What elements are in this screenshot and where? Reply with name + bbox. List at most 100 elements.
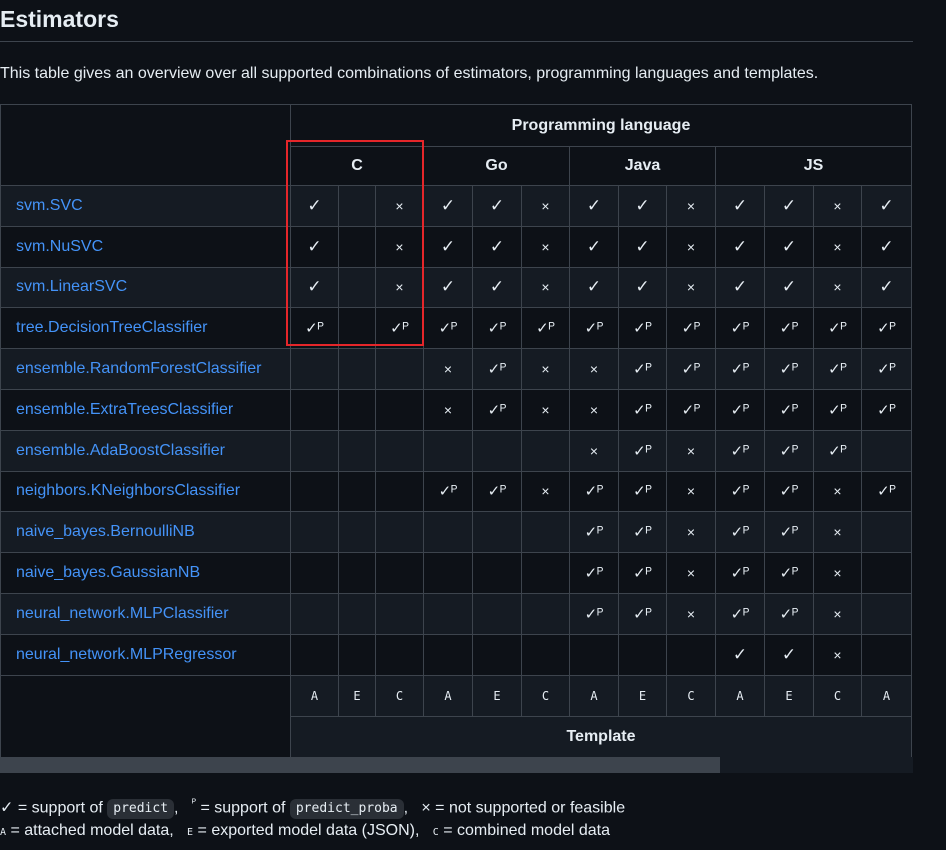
support-cell: ✓ bbox=[861, 225, 912, 268]
support-cell bbox=[861, 429, 912, 472]
support-cell: ✓ᴾ bbox=[764, 388, 814, 431]
support-cell: × bbox=[569, 429, 619, 472]
support-cell bbox=[375, 429, 424, 472]
support-cell: ✓ bbox=[715, 185, 765, 227]
support-cell bbox=[338, 225, 376, 268]
support-cell: ✓ bbox=[618, 225, 667, 268]
support-cell bbox=[338, 348, 376, 390]
support-cell bbox=[290, 429, 339, 472]
support-cell bbox=[290, 592, 339, 635]
estimator-link[interactable]: neural_network.MLPRegressor bbox=[0, 633, 291, 676]
estimators-table-container[interactable]: Programming language C Go Java JS svm.SVC ✓ ×… bbox=[0, 104, 913, 773]
support-cell: ✓ bbox=[423, 225, 473, 268]
estimator-link[interactable]: neural_network.MLPClassifier bbox=[0, 592, 291, 635]
support-cell bbox=[375, 348, 424, 390]
table-row: neural_network.MLPClassifier ✓ᴾ ✓ᴾ × ✓ᴾ ✓ᴾ × bbox=[0, 592, 912, 635]
support-cell: ✓ᴾ bbox=[861, 348, 912, 390]
support-cell bbox=[375, 470, 424, 513]
support-cell: ✓ bbox=[618, 185, 667, 227]
support-cell: ✓ bbox=[764, 633, 814, 676]
template-code: C bbox=[813, 674, 862, 717]
support-cell bbox=[521, 429, 570, 472]
support-cell: ✓ᴾ bbox=[569, 307, 619, 350]
language-header-c: C bbox=[290, 146, 424, 186]
support-cell: ✓ᴾ bbox=[861, 307, 912, 350]
legend-e-text: = exported model data (JSON), bbox=[193, 822, 420, 839]
support-cell: ✓ᴾ bbox=[764, 592, 814, 635]
support-cell bbox=[472, 552, 522, 594]
support-cell: ✓ bbox=[569, 225, 619, 268]
template-code: A bbox=[861, 674, 912, 717]
support-cell: ✓ bbox=[569, 266, 619, 309]
template-code: C bbox=[521, 674, 570, 717]
template-code: A bbox=[423, 674, 473, 717]
support-cell: ✓ bbox=[472, 266, 522, 309]
support-cell: ✓ᴾ bbox=[861, 470, 912, 513]
estimator-link[interactable]: svm.SVC bbox=[0, 185, 291, 227]
estimator-link[interactable]: svm.NuSVC bbox=[0, 225, 291, 268]
support-cell: ✓ᴾ bbox=[472, 307, 522, 350]
estimator-link[interactable]: naive_bayes.BernoulliNB bbox=[0, 511, 291, 554]
support-cell bbox=[375, 633, 424, 676]
support-cell: ✓ bbox=[715, 266, 765, 309]
cross-symbol: × bbox=[421, 799, 431, 817]
estimator-link[interactable]: naive_bayes.GaussianNB bbox=[0, 552, 291, 594]
support-cell: ✓ bbox=[290, 185, 339, 227]
support-cell: ✓ᴾ bbox=[715, 348, 765, 390]
support-cell: ✓ᴾ bbox=[472, 388, 522, 431]
estimator-link[interactable]: ensemble.ExtraTreesClassifier bbox=[0, 388, 291, 431]
estimator-link[interactable]: ensemble.RandomForestClassifier bbox=[0, 348, 291, 390]
support-cell: × bbox=[666, 592, 716, 635]
support-cell: × bbox=[423, 348, 473, 390]
legend-p-text: = support of bbox=[196, 799, 290, 817]
support-cell: ✓ᴾ bbox=[472, 348, 522, 390]
table-row: ensemble.ExtraTreesClassifier × ✓ᴾ × × ✓ᴾ ✓ᴾ ✓ᴾ… bbox=[0, 388, 912, 431]
legend-line-1: ✓ = support of predict, ᴾ = support of p… bbox=[0, 793, 625, 820]
support-cell: × bbox=[521, 225, 570, 268]
support-cell bbox=[861, 592, 912, 635]
support-cell: ✓ bbox=[764, 225, 814, 268]
support-cell: × bbox=[813, 633, 862, 676]
predict-code: predict bbox=[107, 799, 175, 820]
support-cell: × bbox=[375, 225, 424, 268]
support-cell: × bbox=[375, 266, 424, 309]
support-cell bbox=[375, 388, 424, 431]
horizontal-scrollbar[interactable] bbox=[0, 757, 913, 773]
support-cell bbox=[290, 388, 339, 431]
support-cell bbox=[472, 633, 522, 676]
scrollbar-thumb[interactable] bbox=[0, 757, 720, 773]
support-cell: ✓ bbox=[423, 266, 473, 309]
support-cell: ✓ bbox=[290, 266, 339, 309]
programming-language-header: Programming language bbox=[290, 104, 912, 147]
support-cell: ✓ᴾ bbox=[813, 307, 862, 350]
estimator-link[interactable]: svm.LinearSVC bbox=[0, 266, 291, 309]
support-cell bbox=[521, 511, 570, 554]
legend-a-text: = attached model data, bbox=[6, 822, 174, 839]
table-row: ensemble.AdaBoostClassifier × ✓ᴾ × ✓ᴾ ✓ᴾ ✓ᴾ bbox=[0, 429, 912, 472]
estimator-link[interactable]: ensemble.AdaBoostClassifier bbox=[0, 429, 291, 472]
predict-proba-code: predict_proba bbox=[289, 799, 404, 820]
support-cell bbox=[521, 552, 570, 594]
support-cell bbox=[290, 348, 339, 390]
support-cell: ✓ᴾ bbox=[764, 470, 814, 513]
support-cell bbox=[290, 511, 339, 554]
support-cell bbox=[521, 633, 570, 676]
support-cell: ✓ᴾ bbox=[618, 307, 667, 350]
support-cell: × bbox=[666, 470, 716, 513]
support-cell: × bbox=[666, 429, 716, 472]
support-cell: × bbox=[423, 388, 473, 431]
estimator-link[interactable]: neighbors.KNeighborsClassifier bbox=[0, 470, 291, 513]
support-cell bbox=[423, 633, 473, 676]
support-cell bbox=[338, 307, 376, 350]
support-cell bbox=[861, 633, 912, 676]
table-row: svm.SVC ✓ × ✓ ✓ × ✓ ✓ × ✓ ✓ × ✓ bbox=[0, 185, 912, 227]
support-cell bbox=[290, 470, 339, 513]
support-cell: ✓ᴾ bbox=[715, 388, 765, 431]
support-cell bbox=[338, 388, 376, 431]
support-cell: ✓ᴾ bbox=[666, 348, 716, 390]
support-cell: ✓ᴾ bbox=[715, 511, 765, 554]
support-cell: ✓ᴾ bbox=[618, 348, 667, 390]
estimator-link[interactable]: tree.DecisionTreeClassifier bbox=[0, 307, 291, 350]
support-cell bbox=[338, 592, 376, 635]
support-cell: × bbox=[666, 185, 716, 227]
